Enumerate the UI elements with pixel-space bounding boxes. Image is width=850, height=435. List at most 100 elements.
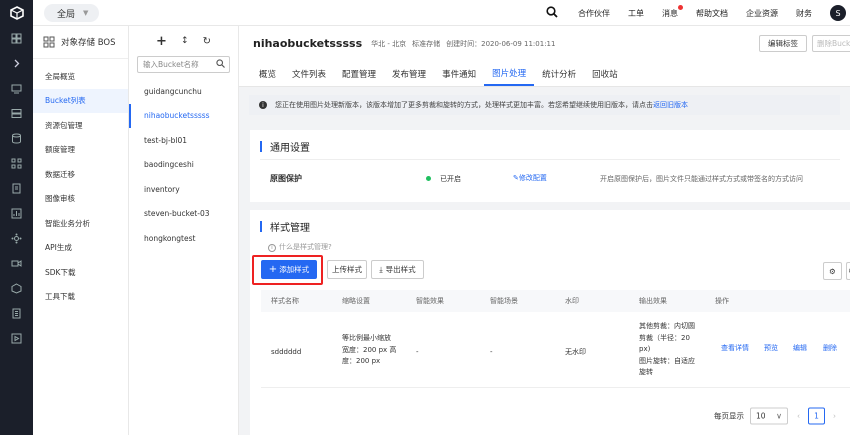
bucket-item[interactable]: hongkongtest [129,226,238,251]
monitor-icon[interactable] [0,76,33,101]
expand-chevron-icon[interactable] [0,51,33,76]
view-details-link[interactable]: 查看详情 [721,343,749,355]
info-icon: i [268,244,276,252]
region-selector[interactable]: 全局 ▼ [44,4,99,22]
sidebar-item-api[interactable]: API生成 [33,236,128,261]
bucket-item[interactable]: guidangcunchu [129,79,238,104]
tab-config[interactable]: 配置管理 [334,61,384,86]
page-size-select[interactable]: 10 ∨ [750,407,788,425]
tab-files[interactable]: 文件列表 [284,61,334,86]
edit-config-link[interactable]: ✎修改配置 [513,173,547,183]
database-icon[interactable] [0,126,33,151]
output-effect: 其他剪裁：内切圆 剪裁（半径：20 px) 图片旋转：自适应 旋转 [639,321,709,379]
refresh-icon[interactable]: ↻ [203,36,211,47]
tab-recycle-bin[interactable]: 回收站 [584,61,626,86]
sidebar-title: 对象存储 BOS [33,26,128,59]
network-icon[interactable] [0,151,33,176]
search-icon[interactable] [546,6,558,20]
avatar[interactable]: S [830,5,846,21]
bucket-item[interactable]: test-bj-bl01 [129,128,238,153]
nav-resources[interactable]: 企业资源 [746,8,778,19]
list-icon[interactable] [0,301,33,326]
preview-link[interactable]: 预览 [764,343,778,355]
logo[interactable] [0,0,33,26]
sidebar-item-analytics[interactable]: 智能业务分析 [33,211,128,236]
output-line: 图片旋转：自适应 [639,356,695,365]
play-icon[interactable] [0,326,33,351]
bucket-pane: + ↕ ↻ 输入Bucket名称 guidangcunchu nihaobuck… [129,26,239,435]
edit-link[interactable]: 编辑 [793,343,807,355]
edit-tag-button[interactable]: 编辑标签 [759,35,807,52]
chart-icon[interactable] [0,201,33,226]
page-number-button[interactable]: 1 [808,407,825,425]
thumbnail-line: 等比例最小缩放 [342,334,391,342]
bucket-item[interactable]: nihaobucketsssss [129,103,238,128]
pagination: 每页显示 10 ∨ ‹ 1 › [714,407,836,425]
tab-image-processing[interactable]: 图片处理 [484,61,535,86]
column-header: 缩略设置 [342,297,370,305]
legacy-version-link[interactable]: 返回旧版本 [653,100,688,110]
nav-partners[interactable]: 合作伙伴 [578,8,610,19]
export-style-button[interactable]: ⤓ 导出样式 [371,260,424,279]
main-content: nihaobucketsssss 华北 - 北京 标准存储 创建时间：2020-… [239,26,850,435]
sidebar-title-label: 对象存储 BOS [61,38,116,48]
tab-publish[interactable]: 发布管理 [384,61,434,86]
style-management-title: 样式管理 [260,219,310,234]
search-icon[interactable] [216,59,225,70]
sidebar-item-image-review[interactable]: 图像审核 [33,187,128,212]
general-settings-card: 通用设置 原图保护 已开启 ✎修改配置 开启原图保护后，图片文件只能通过样式方式… [250,130,850,202]
bucket-search-placeholder: 输入Bucket名称 [143,60,199,69]
nav-finance[interactable]: 财务 [796,8,812,19]
upload-style-button[interactable]: 上传样式 [327,260,367,279]
sidebar-item-tools[interactable]: 工具下载 [33,285,128,310]
sidebar-item-sdk[interactable]: SDK下载 [33,260,128,285]
sidebar-item-overview[interactable]: 全局概览 [33,64,128,89]
settings-gear-icon[interactable]: ⚙ [823,262,842,280]
bucket-item[interactable]: steven-bucket-03 [129,202,238,227]
region-label: 全局 [57,9,76,20]
style-help-link[interactable]: i 什么是样式管理? [268,242,332,252]
sidebar-item-bucket-list[interactable]: Bucket列表 [33,88,128,113]
bucket-item[interactable]: inventory [129,177,238,202]
column-header: 智能场景 [490,297,518,305]
edit-config-label: 修改配置 [518,174,547,182]
top-nav: 合作伙伴 工单 消息 帮助文档 企业资源 财务 S [546,0,850,26]
sidebar-item-migration[interactable]: 数据迁移 [33,162,128,187]
nav-messages[interactable]: 消息 [662,4,683,19]
cluster-icon[interactable] [0,226,33,251]
page-size-label: 每页显示 [714,411,744,421]
style-help-label: 什么是样式管理? [279,243,332,251]
prev-page-button[interactable]: ‹ [797,412,800,421]
nav-docs[interactable]: 帮助文档 [696,8,728,19]
chevron-down-icon: ∨ [776,411,782,421]
box-icon[interactable] [0,276,33,301]
next-page-button[interactable]: › [833,412,836,421]
bucket-storage-class: 标准存储 [412,39,441,48]
document-icon[interactable] [0,176,33,201]
sidebar-item-packages[interactable]: 资源包管理 [33,113,128,138]
tab-statistics[interactable]: 统计分析 [534,61,584,86]
delete-bucket-button[interactable]: 删除Bucke [812,35,850,52]
bucket-item[interactable]: baodingceshi [129,153,238,178]
grid-icon [43,36,55,48]
notice-text: 您正在使用图片处理新版本，该版本增加了更多剪裁和旋转的方式，处理样式更加丰富。若… [275,101,653,109]
bucket-search-input[interactable]: 输入Bucket名称 [137,56,230,73]
add-icon[interactable]: + [156,34,167,49]
unread-dot [678,4,683,10]
download-icon: ⤓ [379,264,383,274]
nav-tickets[interactable]: 工单 [628,8,644,19]
sort-icon[interactable]: ↕ [181,36,189,46]
refresh-icon[interactable]: ↻ [846,262,850,280]
video-icon[interactable] [0,251,33,276]
tab-events[interactable]: 事件通知 [434,61,484,86]
bucket-toolbar: + ↕ ↻ [129,26,238,56]
info-icon: i [259,101,267,109]
column-header: 水印 [565,297,579,305]
output-line: px) [639,345,651,353]
style-management-title-label: 样式管理 [270,223,310,234]
tab-overview[interactable]: 概览 [251,61,284,86]
delete-link[interactable]: 删除 [823,343,837,355]
grid-icon[interactable] [0,26,33,51]
server-icon[interactable] [0,101,33,126]
sidebar-item-quota[interactable]: 额度管理 [33,138,128,163]
